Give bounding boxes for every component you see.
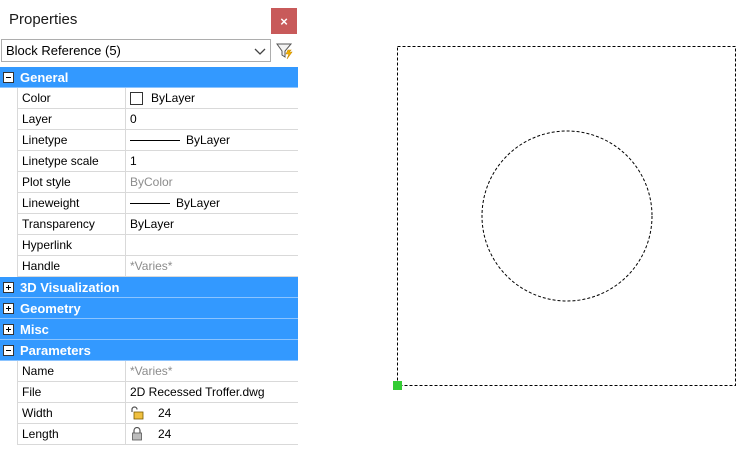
selection-dropdown-value: Block Reference (5): [6, 43, 121, 58]
property-value: 0: [130, 112, 137, 126]
property-name: Linetype: [17, 130, 126, 151]
row-gutter: [0, 172, 17, 193]
property-row-color: Color ByLayer: [0, 88, 298, 109]
property-name: Width: [17, 403, 126, 424]
properties-panel: Properties × Block Reference (5) General…: [0, 0, 298, 460]
chevron-down-icon: [254, 48, 266, 55]
property-row-linetype-scale: Linetype scale 1: [0, 151, 298, 172]
row-gutter: [0, 424, 17, 445]
category-label: General: [20, 70, 69, 85]
property-name: Color: [17, 88, 126, 109]
property-value-handle: *Varies*: [126, 256, 298, 277]
property-value-name: *Varies*: [126, 361, 298, 382]
category-misc[interactable]: Misc: [0, 319, 298, 340]
property-name: Layer: [17, 109, 126, 130]
property-row-length: Length 24: [0, 424, 298, 445]
row-gutter: [0, 88, 17, 109]
row-gutter: [0, 193, 17, 214]
category-label: Geometry: [20, 301, 81, 316]
property-value: ByLayer: [151, 91, 196, 105]
collapse-icon[interactable]: [3, 72, 14, 83]
close-icon: ×: [280, 13, 288, 29]
lineweight-sample-icon: [130, 202, 170, 204]
property-value: ByLayer: [186, 133, 231, 147]
property-value-linetype[interactable]: ByLayer: [126, 130, 298, 151]
unlocked-padlock-icon: [131, 406, 144, 420]
expand-icon[interactable]: [3, 282, 14, 293]
property-row-lineweight: Lineweight ByLayer: [0, 193, 298, 214]
row-gutter: [0, 214, 17, 235]
expand-icon[interactable]: [3, 324, 14, 335]
property-name: Plot style: [17, 172, 126, 193]
property-row-file: File 2D Recessed Troffer.dwg: [0, 382, 298, 403]
row-gutter: [0, 403, 17, 424]
property-grid: General Color ByLayer Layer 0 Linetype B…: [0, 67, 298, 445]
locked-padlock-icon: [132, 427, 142, 441]
property-value: 2D Recessed Troffer.dwg: [130, 385, 265, 399]
properties-titlebar: Properties ×: [0, 0, 298, 38]
property-value: ByLayer: [130, 217, 175, 231]
property-name: Handle: [17, 256, 126, 277]
property-value-length[interactable]: 24: [126, 424, 298, 445]
property-row-transparency: Transparency ByLayer: [0, 214, 298, 235]
property-row-linetype: Linetype ByLayer: [0, 130, 298, 151]
property-row-plot-style: Plot style ByColor: [0, 172, 298, 193]
property-value: ByColor: [130, 175, 173, 189]
property-name: Linetype scale: [17, 151, 126, 172]
property-name: Length: [17, 424, 126, 445]
property-value-width[interactable]: 24: [126, 403, 298, 424]
selected-circle[interactable]: [481, 130, 653, 302]
close-button[interactable]: ×: [271, 8, 297, 34]
property-value: *Varies*: [130, 364, 173, 378]
linetype-sample-icon: [130, 139, 180, 141]
property-row-hyperlink: Hyperlink: [0, 235, 298, 256]
category-3d-visualization[interactable]: 3D Visualization: [0, 277, 298, 298]
row-gutter: [0, 151, 17, 172]
property-row-name: Name *Varies*: [0, 361, 298, 382]
panel-title: Properties: [9, 11, 78, 28]
property-value-lineweight[interactable]: ByLayer: [126, 193, 298, 214]
color-swatch-icon: [130, 91, 143, 105]
property-value: *Varies*: [130, 259, 173, 273]
property-name: Hyperlink: [17, 235, 126, 256]
property-value-color[interactable]: ByLayer: [126, 88, 298, 109]
drawing-canvas[interactable]: [298, 0, 750, 460]
category-label: 3D Visualization: [20, 280, 120, 295]
property-name: Transparency: [17, 214, 126, 235]
property-value-plot-style: ByColor: [126, 172, 298, 193]
category-label: Parameters: [20, 343, 91, 358]
row-gutter: [0, 361, 17, 382]
property-value: 24: [158, 406, 172, 420]
category-label: Misc: [20, 322, 49, 337]
property-value: ByLayer: [176, 196, 221, 210]
category-geometry[interactable]: Geometry: [0, 298, 298, 319]
quick-select-filter-icon[interactable]: [275, 41, 295, 61]
property-name: Name: [17, 361, 126, 382]
category-general[interactable]: General: [0, 67, 298, 88]
property-row-layer: Layer 0: [0, 109, 298, 130]
row-gutter: [0, 235, 17, 256]
selection-dropdown[interactable]: Block Reference (5): [1, 39, 271, 62]
property-value: 1: [130, 154, 137, 168]
insertion-grip[interactable]: [393, 381, 402, 390]
expand-icon[interactable]: [3, 303, 14, 314]
property-row-handle: Handle *Varies*: [0, 256, 298, 277]
property-value-transparency[interactable]: ByLayer: [126, 214, 298, 235]
property-row-width: Width 24: [0, 403, 298, 424]
category-parameters[interactable]: Parameters: [0, 340, 298, 361]
property-value: 24: [158, 427, 172, 441]
property-value-linetype-scale[interactable]: 1: [126, 151, 298, 172]
row-gutter: [0, 130, 17, 151]
row-gutter: [0, 382, 17, 403]
row-gutter: [0, 256, 17, 277]
row-gutter: [0, 109, 17, 130]
property-name: File: [17, 382, 126, 403]
property-value-file[interactable]: 2D Recessed Troffer.dwg: [126, 382, 298, 403]
property-value-hyperlink[interactable]: [126, 235, 298, 256]
selected-block-boundary[interactable]: [397, 46, 736, 386]
property-value-layer[interactable]: 0: [126, 109, 298, 130]
collapse-icon[interactable]: [3, 345, 14, 356]
property-name: Lineweight: [17, 193, 126, 214]
